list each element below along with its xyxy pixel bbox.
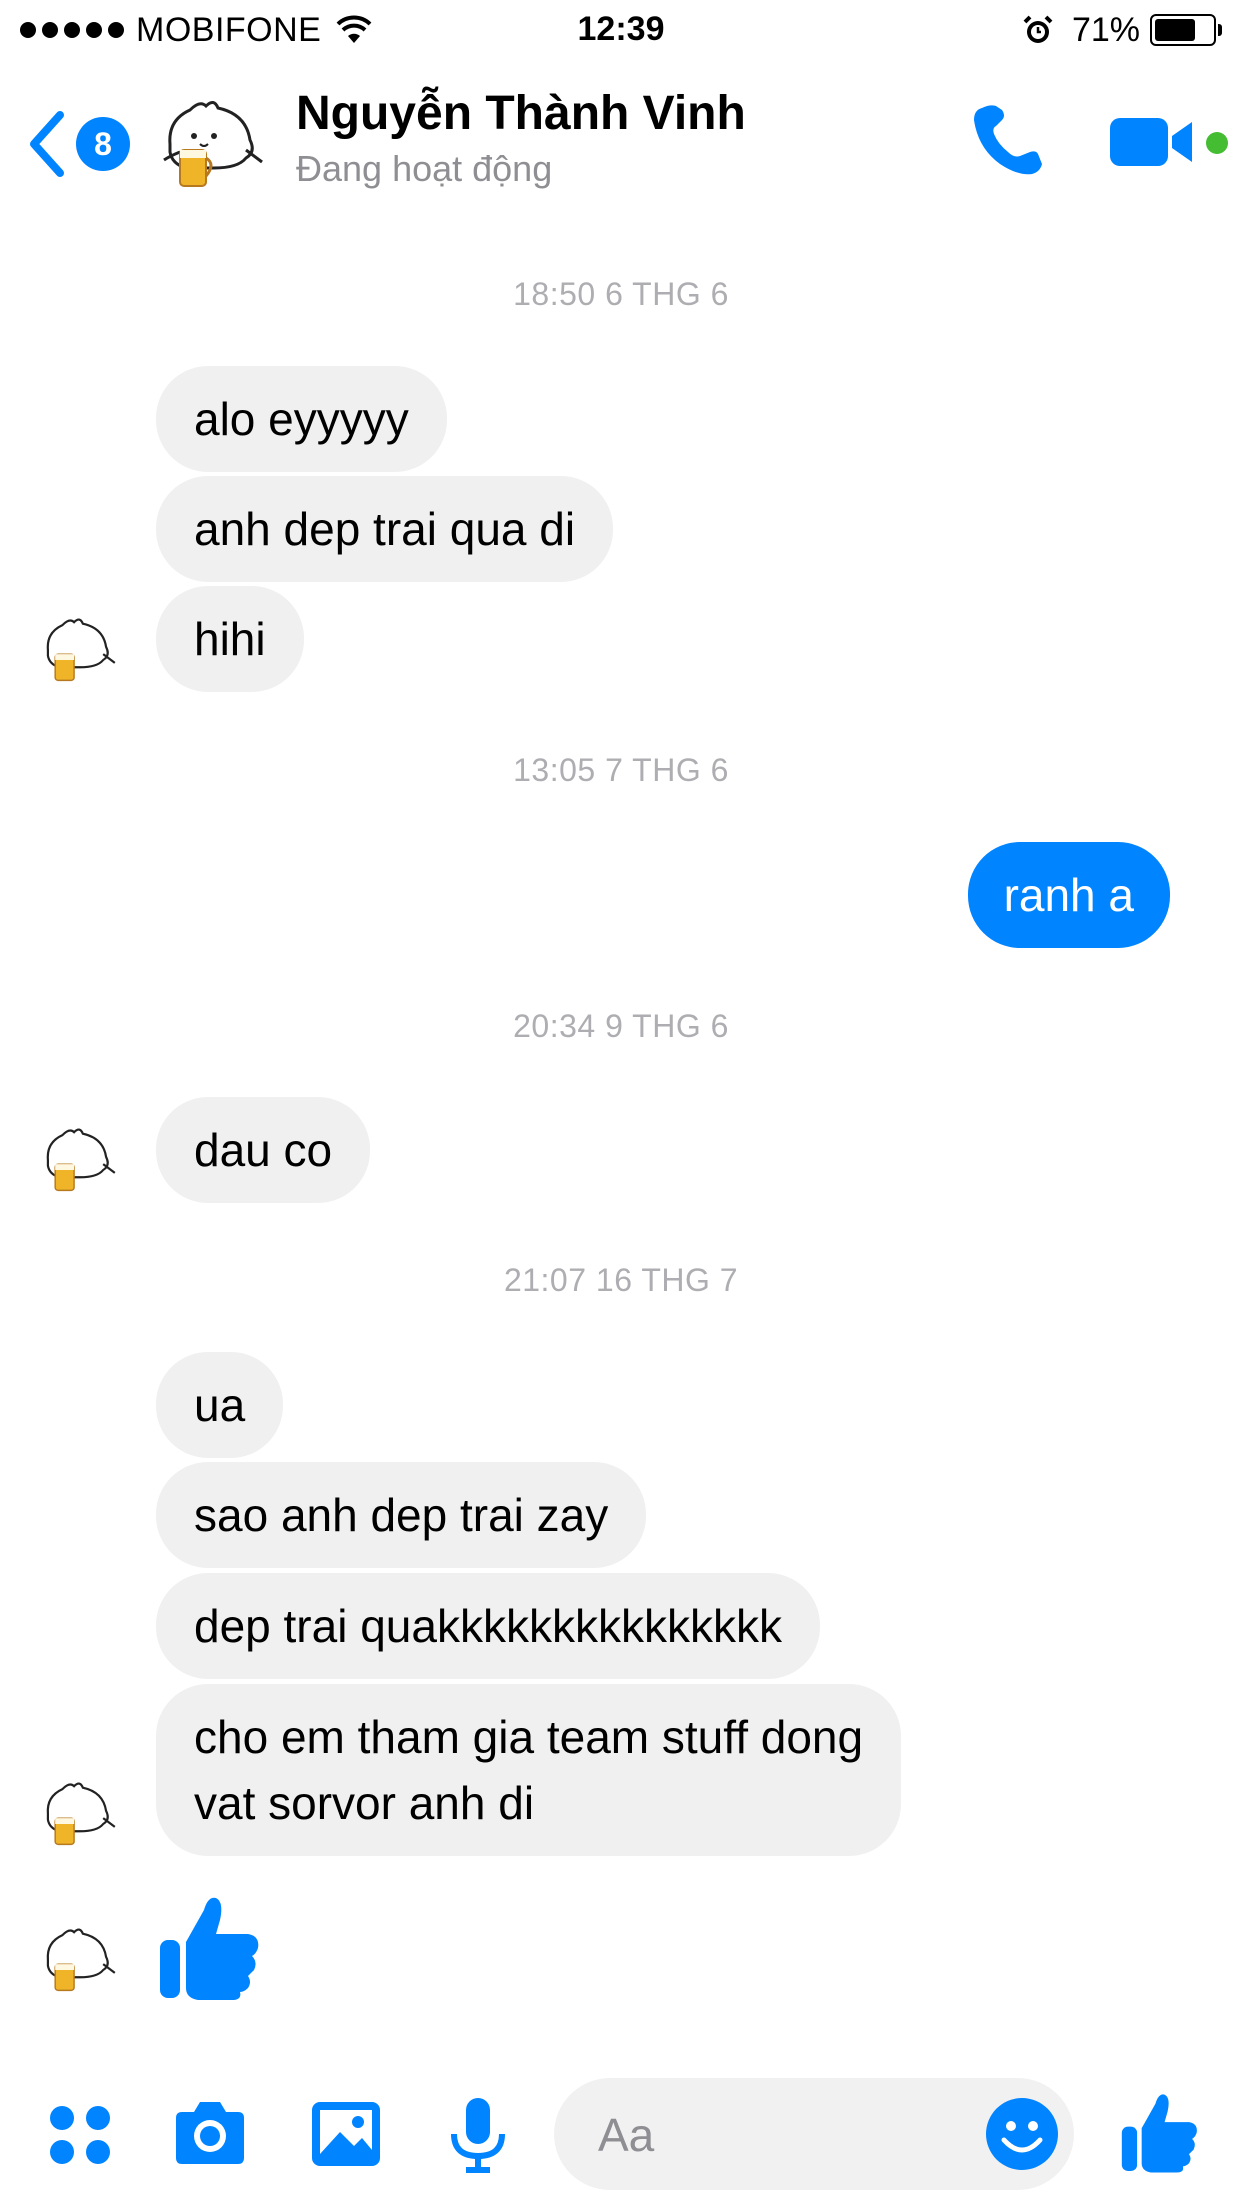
smiley-icon[interactable] xyxy=(984,2096,1060,2172)
outgoing-message[interactable]: ranh a xyxy=(967,842,1170,948)
chat-header: 8 Nguyễn Thành Vinh Đang hoạt động xyxy=(0,62,1242,222)
status-bar: MOBIFONE 12:39 71% xyxy=(0,0,1242,60)
battery-icon xyxy=(1150,14,1216,46)
contact-avatar-small[interactable] xyxy=(32,1122,122,1202)
message-input[interactable]: Aa xyxy=(554,2078,1074,2190)
incoming-message[interactable]: dau co xyxy=(156,1097,371,1203)
contact-avatar[interactable] xyxy=(150,92,270,202)
status-right: 71% xyxy=(1022,10,1222,50)
incoming-message[interactable]: dep trai quakkkkkkkkkkkkkkk xyxy=(156,1573,820,1679)
incoming-message[interactable]: anh dep trai qua di xyxy=(156,476,614,582)
incoming-message[interactable]: ua xyxy=(156,1352,284,1458)
contact-name[interactable]: Nguyễn Thành Vinh xyxy=(296,86,746,141)
online-indicator xyxy=(1206,132,1228,154)
battery-tip xyxy=(1218,24,1222,36)
battery-fill xyxy=(1155,19,1195,41)
image-icon[interactable] xyxy=(306,2094,386,2174)
alarm-icon xyxy=(1023,15,1053,43)
timestamp: 13:05 7 THG 6 xyxy=(513,752,729,788)
contact-avatar-small[interactable] xyxy=(32,1776,122,1856)
back-button[interactable]: 8 xyxy=(26,104,136,184)
incoming-message[interactable]: cho em tham gia team stuff dong vat sorv… xyxy=(156,1684,902,1856)
incoming-message[interactable]: hihi xyxy=(156,586,304,692)
composer-bar: Aa xyxy=(0,2060,1242,2208)
thumbs-up-icon[interactable] xyxy=(1120,2090,1200,2174)
microphone-icon[interactable] xyxy=(438,2094,518,2174)
contact-avatar-small[interactable] xyxy=(32,1922,122,2002)
phone-icon[interactable] xyxy=(966,98,1050,182)
message-input-placeholder: Aa xyxy=(598,2109,655,2161)
unread-badge: 8 xyxy=(76,117,130,171)
contact-avatar-small[interactable] xyxy=(32,612,122,692)
timestamp: 21:07 16 THG 7 xyxy=(503,1262,739,1298)
incoming-message[interactable]: sao anh dep trai zay xyxy=(156,1462,647,1568)
apps-grid-icon[interactable] xyxy=(40,2094,120,2174)
battery-percent: 71% xyxy=(1071,10,1140,49)
timestamp: 20:34 9 THG 6 xyxy=(513,1008,729,1044)
thumbs-up-icon[interactable] xyxy=(158,1892,262,2002)
camera-icon[interactable] xyxy=(170,2094,250,2174)
incoming-message[interactable]: alo eyyyyy xyxy=(156,366,447,472)
chevron-left-icon xyxy=(30,111,64,177)
contact-status: Đang hoạt động xyxy=(296,148,553,189)
timestamp: 18:50 6 THG 6 xyxy=(513,276,729,312)
video-camera-icon[interactable] xyxy=(1108,112,1198,172)
